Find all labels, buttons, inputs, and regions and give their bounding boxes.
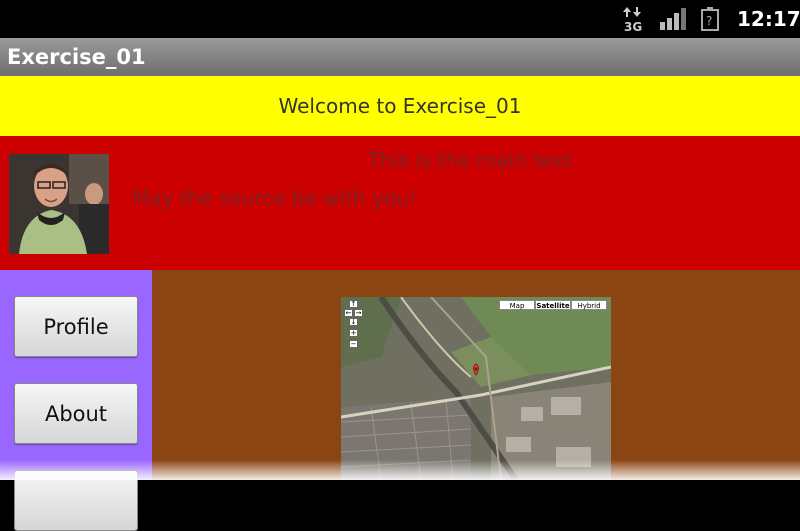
map-imagery [341,297,611,480]
map-type-map[interactable]: Map [499,300,535,310]
map-type-hybrid[interactable]: Hybrid [571,300,607,310]
welcome-banner: Welcome to Exercise_01 [0,76,800,136]
map-type-satellite[interactable]: Satellite [535,300,571,310]
signal-icon [660,8,686,30]
quote-text: May the source be with you! [132,186,417,210]
status-bar: 3G ? 12:17 [0,0,800,38]
content-area: Map Satellite Hybrid ↑ ← → ↓ + − [152,270,800,480]
satellite-map[interactable]: Map Satellite Hybrid ↑ ← → ↓ + − [341,297,611,480]
pan-down-icon[interactable]: ↓ [349,318,358,326]
clock-time: 12:17 [737,7,800,31]
app-title-bar: Exercise_01 [0,38,800,76]
intro-section: This is the main text May the source be … [0,136,800,270]
battery-unknown-icon: ? [701,7,719,31]
pan-up-icon[interactable]: ↑ [349,300,358,308]
pan-right-icon[interactable]: → [354,309,363,317]
welcome-text: Welcome to Exercise_01 [278,94,522,118]
avatar [9,154,109,254]
zoom-in-icon[interactable]: + [349,329,358,337]
profile-button[interactable]: Profile [14,296,138,357]
about-button[interactable]: About [14,383,138,444]
network-label: 3G [624,20,642,32]
app-title: Exercise_01 [7,45,146,69]
svg-text:?: ? [706,14,712,28]
zoom-out-icon[interactable]: − [349,340,358,348]
pan-left-icon[interactable]: ← [344,309,353,317]
data-3g-icon: 3G [623,7,642,32]
side-nav: Profile About [0,270,152,531]
nav-button-partial[interactable] [14,470,138,531]
main-text: This is the main text [368,148,573,172]
